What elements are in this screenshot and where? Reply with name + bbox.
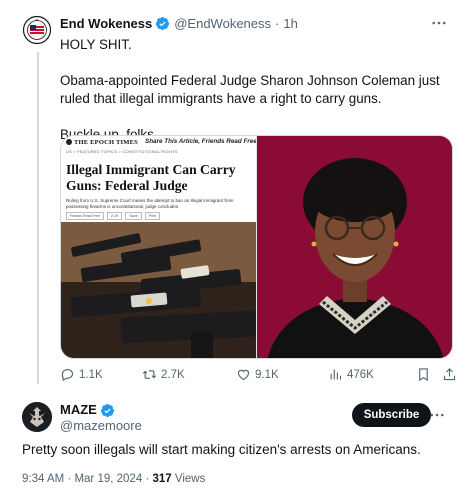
analytics-icon: [330, 369, 342, 380]
share-button[interactable]: [442, 367, 457, 382]
more-options-icon[interactable]: [428, 406, 446, 424]
meta-separator: ·: [145, 473, 150, 485]
views-count: 317: [152, 473, 172, 485]
article-deck: Ruling from U.S. Supreme Court means the…: [66, 198, 234, 209]
article-headline: Illegal Immigrant Can Carry Guns: Federa…: [66, 162, 236, 193]
epoch-times-logo: THE EPOCH TIMES: [66, 139, 138, 146]
tweet-line: Obama-appointed Federal Judge Sharon Joh…: [60, 73, 440, 106]
tweet-timestamp[interactable]: 1h: [283, 15, 297, 32]
share-chip: Print: [144, 212, 160, 220]
reply-icon: [61, 368, 73, 382]
author-handle[interactable]: @EndWokeness: [174, 15, 271, 32]
maze-avatar[interactable]: [22, 402, 52, 432]
handguns-photo: [61, 222, 256, 358]
tweet-line: HOLY SHIT.: [60, 37, 132, 52]
article-share-buttons: Friends Read Free 2.1K Save Print: [66, 212, 160, 220]
repost-icon: [142, 370, 157, 379]
reply-text: Pretty soon illegals will start making c…: [22, 442, 421, 457]
reply-button[interactable]: 1.1K: [60, 367, 103, 382]
tweet-meta: 9:34 AM · Mar 19, 2024 · 317 Views: [22, 473, 205, 485]
tweet-action-bar: 1.1K 2.7K 9.1K 476K: [60, 367, 456, 387]
subscribe-button[interactable]: Subscribe: [352, 403, 431, 427]
verified-badge-icon: [156, 16, 170, 31]
repost-count: 2.7K: [161, 368, 185, 381]
views-count: 476K: [347, 368, 374, 381]
like-button[interactable]: 9.1K: [236, 367, 279, 382]
article-screenshot-image[interactable]: THE EPOCH TIMES Share This Article, Frie…: [61, 136, 257, 358]
reply-author-header: MAZE: [60, 402, 119, 418]
tweet1-header: End Wokeness @EndWokeness · 1h: [60, 15, 298, 32]
share-icon: [443, 368, 456, 381]
bookmark-button[interactable]: [416, 367, 431, 382]
verified-badge-icon: [100, 403, 114, 417]
post-time[interactable]: 9:34 AM: [22, 473, 64, 485]
share-chip: Friends Read Free: [66, 212, 104, 220]
separator-dot: ·: [275, 16, 280, 31]
share-chip: 2.1K: [106, 212, 123, 220]
bookmark-icon: [419, 368, 428, 382]
post-date[interactable]: Mar 19, 2024: [74, 473, 142, 485]
heart-icon: [237, 369, 250, 381]
judge-portrait-image[interactable]: [257, 136, 452, 358]
epoch-logo-mark: [66, 139, 72, 145]
more-options-icon[interactable]: [430, 14, 448, 32]
quoted-tweet[interactable]: End Wokeness @EndWokeness · 1h HOLY SHIT…: [0, 0, 468, 392]
tweet-media-grid[interactable]: THE EPOCH TIMES Share This Article, Frie…: [60, 135, 453, 359]
share-chip: Save: [125, 212, 142, 220]
reply-count: 1.1K: [79, 368, 103, 381]
share-banner: Share This Article, Friends Read Free: [145, 138, 257, 145]
reply-author-handle[interactable]: @mazemoore: [60, 418, 142, 433]
like-count: 9.1K: [255, 368, 279, 381]
meta-separator: ·: [67, 473, 72, 485]
repost-button[interactable]: 2.7K: [142, 367, 185, 382]
end-wokeness-avatar[interactable]: [22, 15, 52, 45]
author-name[interactable]: End Wokeness: [60, 15, 152, 32]
tweet1-text: HOLY SHIT. Obama-appointed Federal Judge…: [60, 36, 452, 144]
reply-author-name[interactable]: MAZE: [60, 402, 97, 418]
article-breadcrumbs: US > FEATURED TOPICS > CONSTITUTIONAL RI…: [66, 149, 178, 154]
views-button[interactable]: 476K: [328, 367, 374, 382]
publication-name: THE EPOCH TIMES: [74, 139, 138, 146]
views-label: Views: [174, 473, 206, 485]
